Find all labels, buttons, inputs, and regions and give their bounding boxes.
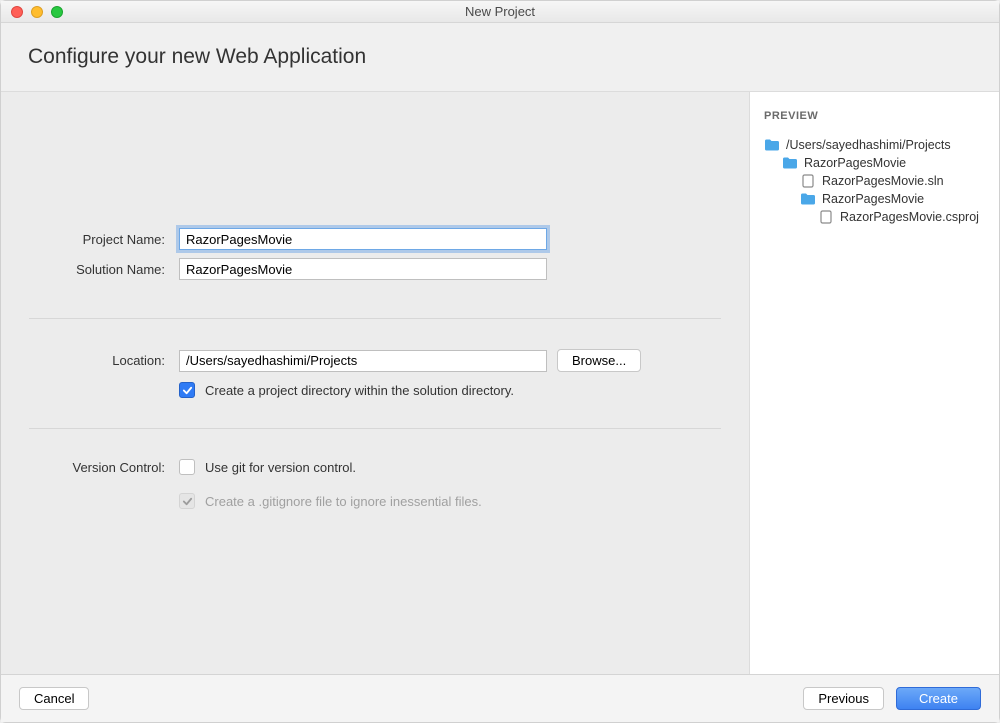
file-icon (800, 174, 816, 188)
version-control-section: Version Control: Use git for version con… (29, 459, 721, 539)
version-control-label: Version Control: (29, 460, 179, 475)
solution-name-input[interactable] (179, 258, 547, 280)
tree-item-label: RazorPagesMovie (804, 156, 906, 170)
use-git-label: Use git for version control. (205, 460, 356, 475)
preview-tree: /Users/sayedhashimi/Projects RazorPagesMo… (764, 136, 985, 226)
preview-heading: PREVIEW (764, 110, 985, 122)
footer: Cancel Previous Create (1, 674, 999, 722)
cancel-button[interactable]: Cancel (19, 687, 89, 710)
tree-item: RazorPagesMovie (764, 190, 985, 208)
main-content: Project Name: Solution Name: Location: B… (1, 92, 999, 674)
form-panel: Project Name: Solution Name: Location: B… (1, 92, 749, 674)
window-title: New Project (1, 4, 999, 19)
gitignore-label: Create a .gitignore file to ignore iness… (205, 494, 482, 509)
folder-icon (782, 156, 798, 170)
gitignore-checkbox (179, 493, 195, 509)
create-button[interactable]: Create (896, 687, 981, 710)
location-section: Location: Browse... Create a project dir… (29, 349, 721, 428)
create-project-dir-label: Create a project directory within the so… (205, 383, 514, 398)
folder-icon (764, 138, 780, 152)
location-label: Location: (29, 353, 179, 368)
previous-button[interactable]: Previous (803, 687, 884, 710)
divider (29, 428, 721, 429)
folder-icon (800, 192, 816, 206)
file-icon (818, 210, 834, 224)
check-icon (182, 385, 193, 396)
divider (29, 318, 721, 319)
tree-item-label: RazorPagesMovie.sln (822, 174, 944, 188)
tree-item: RazorPagesMovie.sln (764, 172, 985, 190)
preview-panel: PREVIEW /Users/sayedhashimi/Projects Razo… (749, 92, 999, 674)
header: Configure your new Web Application (1, 23, 999, 92)
create-project-dir-checkbox[interactable] (179, 382, 195, 398)
browse-button[interactable]: Browse... (557, 349, 641, 372)
tree-item: RazorPagesMovie.csproj (764, 208, 985, 226)
use-git-checkbox[interactable] (179, 459, 195, 475)
tree-item-label: /Users/sayedhashimi/Projects (786, 138, 951, 152)
location-input[interactable] (179, 350, 547, 372)
check-icon (182, 496, 193, 507)
page-title: Configure your new Web Application (28, 45, 972, 69)
project-name-input[interactable] (179, 228, 547, 250)
tree-item: RazorPagesMovie (764, 154, 985, 172)
tree-item-label: RazorPagesMovie (822, 192, 924, 206)
solution-name-label: Solution Name: (29, 262, 179, 277)
naming-section: Project Name: Solution Name: (29, 228, 721, 318)
tree-item: /Users/sayedhashimi/Projects (764, 136, 985, 154)
tree-item-label: RazorPagesMovie.csproj (840, 210, 979, 224)
project-name-label: Project Name: (29, 232, 179, 247)
titlebar: New Project (1, 1, 999, 23)
